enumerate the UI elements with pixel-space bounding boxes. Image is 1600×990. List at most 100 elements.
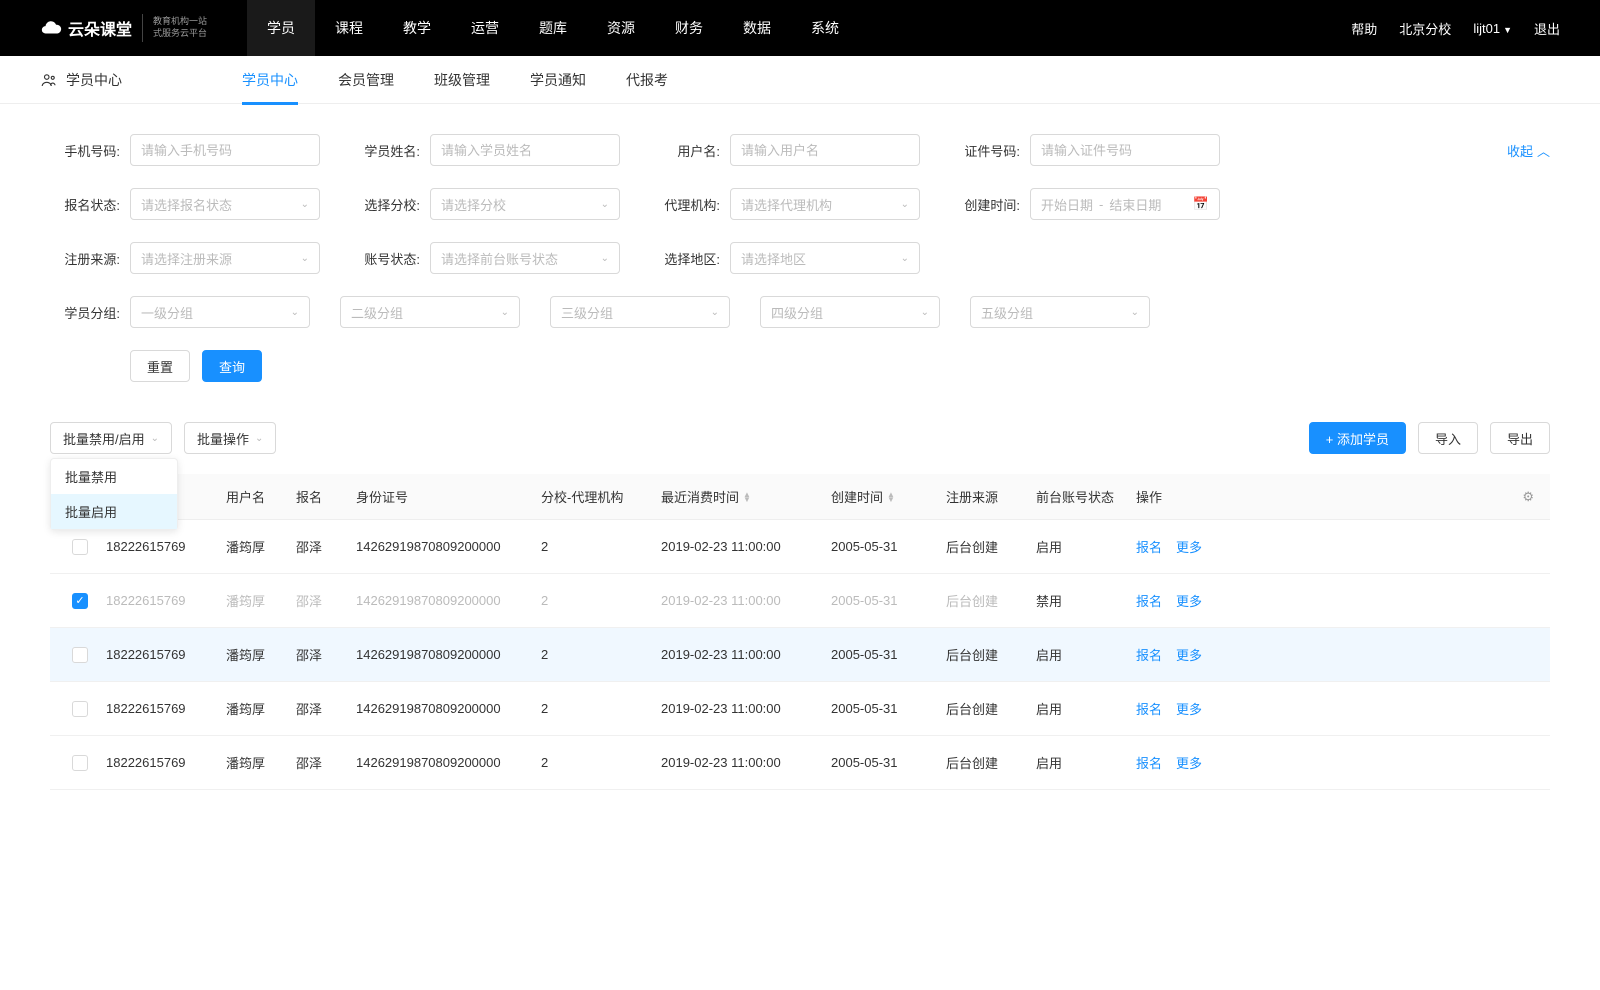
batch-enable-item[interactable]: 批量启用 bbox=[51, 494, 177, 529]
label-idcard: 证件号码: bbox=[950, 141, 1020, 160]
batch-dropdown-menu: 批量禁用 批量启用 bbox=[50, 458, 178, 530]
signup-link[interactable]: 报名 bbox=[1136, 537, 1162, 556]
cell-reg: 邵泽 bbox=[290, 591, 350, 610]
gear-icon[interactable]: ⚙ bbox=[1510, 489, 1540, 505]
label-source: 注册来源: bbox=[50, 249, 120, 268]
signup-link[interactable]: 报名 bbox=[1136, 753, 1162, 772]
group1-select[interactable]: 一级分组⌄ bbox=[130, 296, 310, 328]
cell-reg: 邵泽 bbox=[290, 537, 350, 556]
nav-item-4[interactable]: 题库 bbox=[519, 0, 587, 56]
search-button[interactable]: 查询 bbox=[202, 350, 262, 382]
account-status-select[interactable]: 请选择前台账号状态⌄ bbox=[430, 242, 620, 274]
header-branch: 分校-代理机构 bbox=[535, 487, 655, 506]
cell-source: 后台创建 bbox=[940, 699, 1030, 718]
cell-time: 2019-02-23 11:00:00 bbox=[655, 539, 825, 554]
more-link[interactable]: 更多 bbox=[1176, 645, 1202, 664]
nav-item-7[interactable]: 数据 bbox=[723, 0, 791, 56]
label-account: 账号状态: bbox=[350, 249, 420, 268]
cell-user: 潘筠厚 bbox=[220, 753, 290, 772]
sub-nav-item-1[interactable]: 会员管理 bbox=[338, 58, 394, 102]
idcard-input[interactable] bbox=[1030, 134, 1220, 166]
nav-branch[interactable]: 北京分校 bbox=[1399, 19, 1451, 38]
export-button[interactable]: 导出 bbox=[1490, 422, 1550, 454]
cell-branch: 2 bbox=[535, 539, 655, 554]
signup-link[interactable]: 报名 bbox=[1136, 645, 1162, 664]
cell-phone: 18222615769 bbox=[100, 647, 220, 662]
header-last-consume[interactable]: 最近消费时间▲▼ bbox=[655, 487, 825, 506]
cloud-icon bbox=[40, 17, 62, 39]
nav-logout[interactable]: 退出 bbox=[1534, 19, 1560, 38]
collapse-link[interactable]: 收起︿ bbox=[1507, 141, 1550, 160]
nav-help[interactable]: 帮助 bbox=[1351, 19, 1377, 38]
cell-user: 潘筠厚 bbox=[220, 645, 290, 664]
name-input[interactable] bbox=[430, 134, 620, 166]
row-checkbox[interactable] bbox=[72, 647, 88, 663]
batch-toggle-button[interactable]: 批量禁用/启用⌄ bbox=[50, 422, 172, 454]
group3-select[interactable]: 三级分组⌄ bbox=[550, 296, 730, 328]
header-source: 注册来源 bbox=[940, 487, 1030, 506]
label-createtime: 创建时间: bbox=[950, 195, 1020, 214]
brand-name: 云朵课堂 bbox=[68, 16, 132, 40]
branch-select[interactable]: 请选择分校⌄ bbox=[430, 188, 620, 220]
group2-select[interactable]: 二级分组⌄ bbox=[340, 296, 520, 328]
reset-button[interactable]: 重置 bbox=[130, 350, 190, 382]
chevron-down-icon: ⌄ bbox=[901, 199, 909, 210]
signup-link[interactable]: 报名 bbox=[1136, 591, 1162, 610]
header-action: 操作 bbox=[1130, 487, 1260, 506]
sub-nav-item-4[interactable]: 代报考 bbox=[626, 58, 668, 102]
cell-reg: 邵泽 bbox=[290, 699, 350, 718]
chevron-down-icon: ⌄ bbox=[1131, 307, 1139, 318]
nav-item-0[interactable]: 学员 bbox=[247, 0, 315, 56]
row-checkbox[interactable] bbox=[72, 701, 88, 717]
create-time-range[interactable]: 开始日期-结束日期📅 bbox=[1030, 188, 1220, 220]
more-link[interactable]: 更多 bbox=[1176, 753, 1202, 772]
cell-action: 报名 更多 bbox=[1130, 753, 1260, 772]
cell-status: 启用 bbox=[1030, 537, 1130, 556]
agent-select[interactable]: 请选择代理机构⌄ bbox=[730, 188, 920, 220]
nav-item-5[interactable]: 资源 bbox=[587, 0, 655, 56]
nav-item-2[interactable]: 教学 bbox=[383, 0, 451, 56]
regstatus-select[interactable]: 请选择报名状态⌄ bbox=[130, 188, 320, 220]
batch-action-button[interactable]: 批量操作⌄ bbox=[184, 422, 276, 454]
cell-phone: 18222615769 bbox=[100, 755, 220, 770]
cell-phone: 18222615769 bbox=[100, 701, 220, 716]
more-link[interactable]: 更多 bbox=[1176, 591, 1202, 610]
row-checkbox[interactable] bbox=[72, 593, 88, 609]
source-select[interactable]: 请选择注册来源⌄ bbox=[130, 242, 320, 274]
group4-select[interactable]: 四级分组⌄ bbox=[760, 296, 940, 328]
sub-nav-item-3[interactable]: 学员通知 bbox=[530, 58, 586, 102]
label-name: 学员姓名: bbox=[350, 141, 420, 160]
logo-divider bbox=[142, 14, 143, 42]
nav-user[interactable]: lijt01▼ bbox=[1473, 21, 1512, 36]
row-checkbox[interactable] bbox=[72, 755, 88, 771]
phone-input[interactable] bbox=[130, 134, 320, 166]
more-link[interactable]: 更多 bbox=[1176, 699, 1202, 718]
table-row: 18222615769 潘筠厚 邵泽 14262919870809200000 … bbox=[50, 520, 1550, 574]
sort-icon: ▲▼ bbox=[743, 492, 751, 502]
sub-nav-item-2[interactable]: 班级管理 bbox=[434, 58, 490, 102]
region-select[interactable]: 请选择地区⌄ bbox=[730, 242, 920, 274]
import-button[interactable]: 导入 bbox=[1418, 422, 1478, 454]
nav-item-1[interactable]: 课程 bbox=[315, 0, 383, 56]
add-student-button[interactable]: + 添加学员 bbox=[1309, 422, 1406, 454]
nav-item-6[interactable]: 财务 bbox=[655, 0, 723, 56]
signup-link[interactable]: 报名 bbox=[1136, 699, 1162, 718]
cell-action: 报名 更多 bbox=[1130, 699, 1260, 718]
cell-source: 后台创建 bbox=[940, 591, 1030, 610]
cell-id: 14262919870809200000 bbox=[350, 593, 535, 608]
username-input[interactable] bbox=[730, 134, 920, 166]
cell-time: 2019-02-23 11:00:00 bbox=[655, 755, 825, 770]
nav-item-3[interactable]: 运营 bbox=[451, 0, 519, 56]
brand-subtitle: 教育机构一站 式服务云平台 bbox=[153, 16, 207, 39]
cell-reg: 邵泽 bbox=[290, 753, 350, 772]
header-create[interactable]: 创建时间▲▼ bbox=[825, 487, 940, 506]
label-group: 学员分组: bbox=[50, 303, 120, 322]
batch-disable-item[interactable]: 批量禁用 bbox=[51, 459, 177, 494]
more-link[interactable]: 更多 bbox=[1176, 537, 1202, 556]
nav-item-8[interactable]: 系统 bbox=[791, 0, 859, 56]
sub-nav-item-0[interactable]: 学员中心 bbox=[242, 58, 298, 102]
row-checkbox[interactable] bbox=[72, 539, 88, 555]
cell-source: 后台创建 bbox=[940, 645, 1030, 664]
cell-time: 2019-02-23 11:00:00 bbox=[655, 647, 825, 662]
group5-select[interactable]: 五级分组⌄ bbox=[970, 296, 1150, 328]
